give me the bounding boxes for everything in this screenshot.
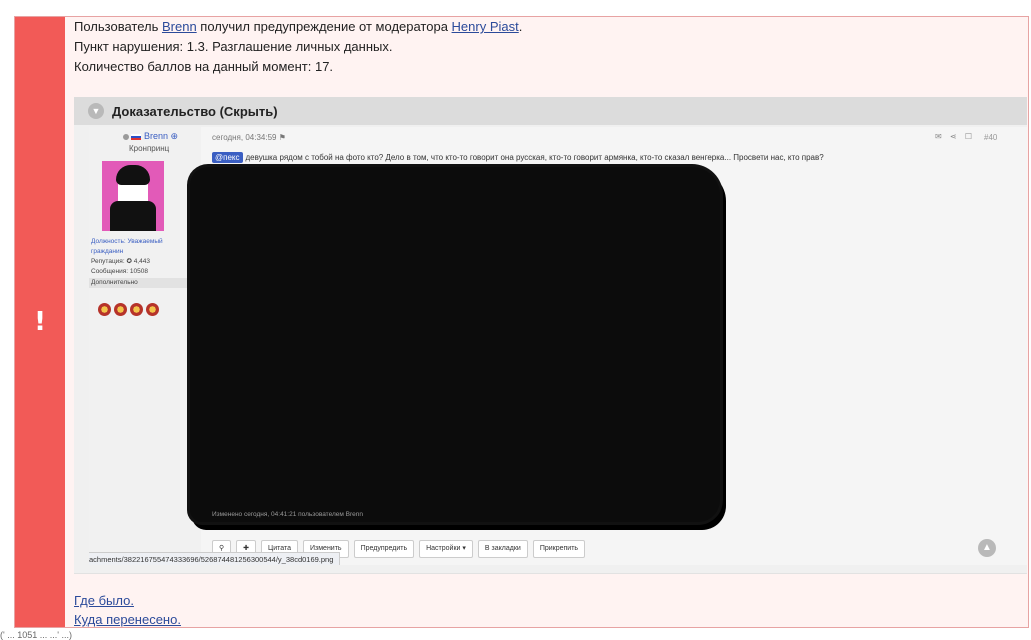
edited-note: Изменено сегодня, 04:41:21 пользователем… xyxy=(212,511,364,518)
warning-text: Пользователь Brenn получил предупреждени… xyxy=(74,17,522,77)
spoiler-title[interactable]: Доказательство (Скрыть) xyxy=(112,104,278,119)
settings-button: Настройки ▾ xyxy=(419,540,473,558)
warn-button: Предупредить xyxy=(353,540,415,558)
medal-icon xyxy=(98,303,111,316)
bottom-status: (' ... 1051 ... ...' ...) xyxy=(0,630,72,640)
status-url: achments/382216755474333696/526874481256… xyxy=(89,552,341,565)
award-medals xyxy=(98,303,159,316)
author-rank: Кронпринц xyxy=(129,144,170,153)
source-links: Где было. Куда перенесено. xyxy=(74,591,181,629)
spoiler-header[interactable]: ▼ Доказательство (Скрыть) xyxy=(74,97,1027,125)
evidence-screenshot: Brenn ⊕ Кронпринц Должность: Уважаемый г… xyxy=(89,127,1027,565)
scroll-up-icon: ▲ xyxy=(978,539,996,557)
flag-icon xyxy=(131,133,141,140)
evidence-spoiler: ▼ Доказательство (Скрыть) Brenn ⊕ Кронпр… xyxy=(74,97,1027,574)
mention-tag: @пекс xyxy=(212,152,243,163)
author-name: Brenn ⊕ xyxy=(123,131,178,142)
where-was-link[interactable]: Где было. xyxy=(74,593,134,608)
gender-icon: ⊕ xyxy=(170,131,179,141)
medal-icon xyxy=(130,303,143,316)
exclamation-icon: ! xyxy=(34,307,46,337)
warning-stripe: ! xyxy=(15,17,65,627)
medal-icon xyxy=(146,303,159,316)
warning-line-1: Пользователь Brenn получил предупреждени… xyxy=(74,19,523,34)
medal-icon xyxy=(114,303,127,316)
moderator-link[interactable]: Henry Piast xyxy=(452,19,519,34)
pin-button: Прикрепить xyxy=(532,540,586,558)
post-date: сегодня, 04:34:59 ⚑ xyxy=(212,133,286,142)
bookmark-button: В закладки xyxy=(477,540,528,558)
post-message: @пекс девушка рядом с тобой на фото кто? … xyxy=(212,152,824,163)
moved-to-link[interactable]: Куда перенесено. xyxy=(74,612,181,627)
author-sidebar: Brenn ⊕ Кронпринц Должность: Уважаемый г… xyxy=(89,127,201,557)
warning-line-2: Пункт нарушения: 1.3. Разглашение личных… xyxy=(74,39,393,54)
chevron-down-icon[interactable]: ▼ xyxy=(88,103,104,119)
redacted-image xyxy=(190,167,720,522)
post-tools: ✉ ⋖ ☐ xyxy=(935,132,976,141)
avatar xyxy=(102,161,164,231)
flag-report-icon: ⚑ xyxy=(278,133,286,142)
warning-line-3: Количество баллов на данный момент: 17. xyxy=(74,59,334,74)
user-link[interactable]: Brenn xyxy=(162,19,197,34)
author-info: Должность: Уважаемый гражданин Репутация… xyxy=(89,237,201,288)
online-status-icon xyxy=(123,133,129,140)
post-number: #40 xyxy=(984,133,998,142)
